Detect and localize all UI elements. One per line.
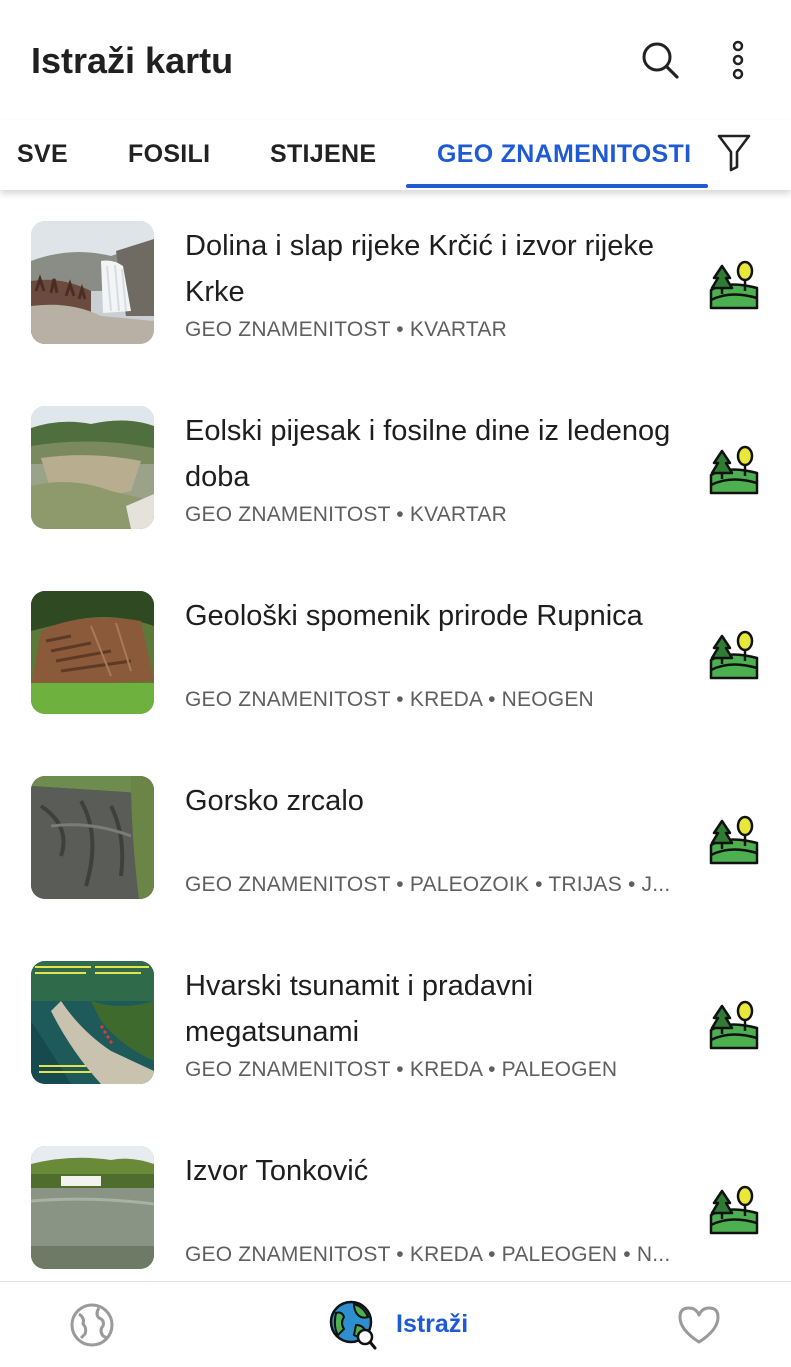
item-title: Hvarski tsunamit i pradavni megatsunami: [185, 970, 534, 1048]
filter-icon[interactable]: [712, 130, 756, 174]
heart-icon[interactable]: [674, 1300, 724, 1350]
tab-geo-znamenitosti[interactable]: GEO ZNAMENITOSTI: [437, 140, 691, 169]
app-bar: Istraži kartu: [0, 0, 791, 120]
spring-lake-thumbnail: [31, 1146, 154, 1269]
geo-landmark-icon: [708, 1185, 760, 1237]
coastline-thumbnail: [31, 961, 154, 1084]
item-meta: GEO ZNAMENITOST • KVARTAR: [185, 503, 507, 526]
tab-fosili[interactable]: FOSILI: [128, 140, 210, 169]
category-tabs: SVE FOSILI STIJENE GEO ZNAMENITOSTI: [0, 120, 791, 190]
list-item[interactable]: Izvor Tonković GEO ZNAMENITOST • KREDA •…: [0, 1115, 791, 1300]
globe-icon[interactable]: [67, 1300, 117, 1350]
list-item[interactable]: Eolski pijesak i fosilne dine iz ledenog…: [0, 375, 791, 560]
sand-dune-thumbnail: [31, 406, 154, 529]
item-title: Gorsko zrcalo: [185, 785, 364, 817]
item-meta: GEO ZNAMENITOST • KREDA • NEOGEN: [185, 688, 594, 711]
item-meta: GEO ZNAMENITOST • KREDA • PALEOGEN: [185, 1058, 618, 1081]
item-title: Izvor Tonković: [185, 1155, 369, 1187]
tab-stijene[interactable]: STIJENE: [270, 140, 376, 169]
list-item[interactable]: Hvarski tsunamit i pradavni megatsunami …: [0, 930, 791, 1115]
list-item[interactable]: Dolina i slap rijeke Krčić i izvor rijek…: [0, 190, 791, 375]
item-meta: GEO ZNAMENITOST • PALEOZOIK • TRIJAS • J…: [185, 873, 671, 896]
tab-sve[interactable]: SVE: [17, 140, 68, 169]
waterfall-thumbnail: [31, 221, 154, 344]
list-item[interactable]: Geološki spomenik prirode Rupnica GEO ZN…: [0, 560, 791, 745]
item-title: Geološki spomenik prirode Rupnica: [185, 600, 643, 632]
geo-landmark-icon: [708, 815, 760, 867]
item-title: Dolina i slap rijeke Krčić i izvor rijek…: [185, 230, 654, 308]
active-tab-indicator: [406, 184, 708, 188]
explore-nav-label[interactable]: Istraži: [396, 1310, 468, 1339]
page-title: Istraži kartu: [31, 40, 234, 81]
rock-outcrop-thumbnail: [31, 591, 154, 714]
item-meta: GEO ZNAMENITOST • KVARTAR: [185, 318, 507, 341]
geo-landmark-icon: [708, 630, 760, 682]
geo-landmark-icon: [708, 445, 760, 497]
more-options-icon[interactable]: [716, 38, 760, 82]
item-meta: GEO ZNAMENITOST • KREDA • PALEOGEN • N..…: [185, 1243, 671, 1266]
bottom-navigation: Istraži: [0, 1281, 791, 1367]
list-item[interactable]: Gorsko zrcalo GEO ZNAMENITOST • PALEOZOI…: [0, 745, 791, 930]
item-title: Eolski pijesak i fosilne dine iz ledenog…: [185, 415, 671, 493]
search-icon[interactable]: [638, 38, 682, 82]
rock-slab-thumbnail: [31, 776, 154, 899]
explore-globe-icon[interactable]: [326, 1298, 380, 1352]
geo-landmark-icon: [708, 1000, 760, 1052]
geo-landmark-icon: [708, 260, 760, 312]
